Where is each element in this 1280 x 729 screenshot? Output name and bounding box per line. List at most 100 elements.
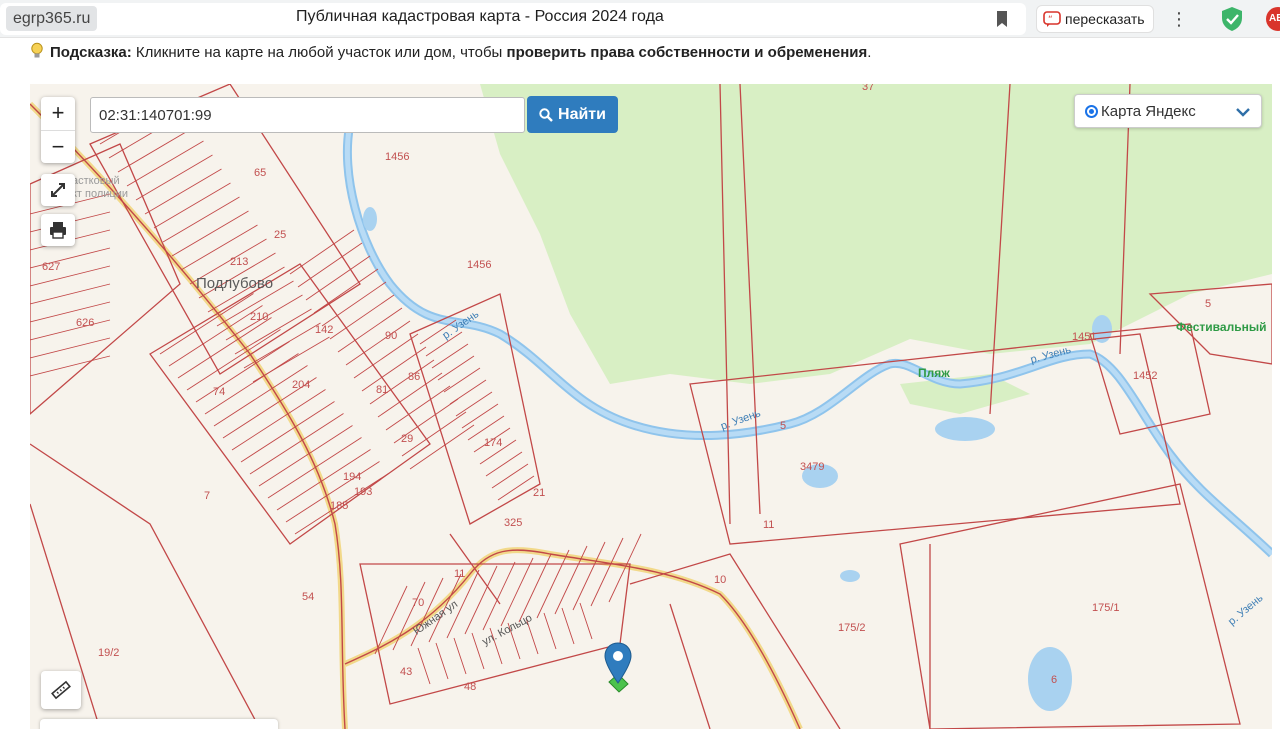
parcel-label: 1452	[1133, 370, 1158, 382]
parcel-label: 29	[401, 433, 414, 445]
measure-button[interactable]	[41, 671, 81, 709]
parcel-boundary	[392, 581, 426, 651]
cadastral-map[interactable]: 37 1456 1456 65 25 213 627 626 210 142 9…	[30, 84, 1272, 729]
parcel-boundary	[485, 451, 523, 477]
parcel-boundary	[30, 355, 111, 377]
parcel-boundary	[153, 182, 231, 229]
parcel-boundary	[297, 242, 363, 288]
parcel-boundary	[572, 541, 606, 611]
parcel-boundary	[117, 126, 195, 173]
hint-emphasis: проверить права собственности и обремене…	[506, 44, 868, 61]
parcel-boundary	[435, 642, 449, 680]
page-title: Публичная кадастровая карта - Россия 202…	[296, 8, 664, 25]
parcel-boundary	[437, 355, 475, 381]
hint-end: .	[867, 44, 872, 61]
adblock-icon[interactable]: AB	[1266, 7, 1280, 31]
map-info-panel	[40, 719, 278, 729]
parcel-boundary	[417, 647, 431, 685]
fullscreen-button[interactable]	[41, 174, 75, 206]
expand-icon	[51, 183, 65, 197]
parcel-label: 174	[484, 437, 503, 449]
parcel-label: 48	[464, 681, 477, 693]
parcel-boundary	[369, 359, 435, 405]
parcel-label: 11	[454, 568, 466, 580]
parcel-boundary	[171, 210, 249, 257]
parcel-label: 54	[302, 591, 315, 603]
find-button[interactable]: Найти	[527, 96, 618, 133]
parcel-label: 5	[1205, 298, 1212, 310]
parcel-boundary	[249, 413, 344, 475]
parcel-label: 5	[780, 420, 787, 432]
parcel-boundary	[491, 463, 529, 489]
parcel-label: 210	[250, 311, 269, 323]
radio-selected-icon	[1085, 104, 1098, 118]
parcel-boundary	[443, 367, 481, 393]
map-layer-select[interactable]: Карта Яндекс	[1074, 94, 1262, 128]
faded-poi-label: астковый	[72, 175, 120, 187]
search-icon	[539, 107, 553, 122]
parcel-boundary	[30, 301, 111, 323]
parcel-boundary	[431, 343, 469, 369]
parcel-label: 193	[354, 486, 373, 498]
retell-button[interactable]: “ пересказать	[1036, 5, 1154, 33]
parcel-boundary	[482, 561, 516, 631]
more-vert-icon[interactable]: ⋮	[1170, 8, 1188, 30]
zoom-out-button[interactable]: −	[41, 130, 75, 163]
parcel-boundary	[345, 320, 411, 366]
map-canvas[interactable]	[30, 84, 1272, 729]
browser-toolbar: egrp365.ru Публичная кадастровая карта -…	[0, 0, 1280, 38]
shield-icon[interactable]	[1220, 6, 1244, 32]
domain-chip[interactable]: egrp365.ru	[6, 6, 98, 31]
parcel-label: 185	[330, 500, 349, 512]
cadastral-search-input[interactable]	[90, 97, 525, 133]
parcel-boundary	[455, 391, 493, 417]
parcel-label: 25	[274, 229, 287, 241]
parcel-label: 1456	[385, 151, 410, 163]
poi-festival-label: Фестивальный	[1176, 320, 1267, 334]
parcel-label: 204	[292, 379, 311, 391]
parcel-boundary	[144, 168, 222, 215]
parcel-boundary	[361, 346, 427, 392]
parcel-boundary	[126, 140, 204, 187]
zoom-in-button[interactable]: +	[41, 97, 75, 130]
parcel-boundary	[30, 283, 111, 305]
parcel-label: 86	[408, 371, 421, 383]
retell-icon: “	[1043, 11, 1061, 27]
parcel-boundary	[313, 268, 379, 314]
parcel-label: 74	[213, 386, 226, 398]
printer-icon	[50, 222, 66, 239]
parcel-label: 6	[1051, 674, 1058, 686]
parcel-boundary	[135, 154, 213, 201]
map-layer-label: Карта Яндекс	[1101, 102, 1196, 120]
parcel-label: 21	[533, 487, 546, 499]
hint-line: Подсказка: Кликните на карте на любой уч…	[30, 42, 871, 61]
ruler-icon	[51, 680, 71, 700]
parcel-label: 627	[42, 261, 61, 273]
bookmark-icon[interactable]	[994, 10, 1010, 28]
location-marker-icon[interactable]	[603, 641, 633, 697]
parcel-label: 142	[315, 324, 334, 336]
parcel-label: 81	[376, 384, 389, 396]
svg-text:“: “	[1048, 15, 1053, 25]
parcel-boundary	[461, 403, 499, 429]
find-button-label: Найти	[558, 105, 606, 123]
poi-beach-label: Пляж	[918, 366, 950, 380]
parcel-boundary	[449, 379, 487, 405]
parcel-label: 3479	[800, 461, 825, 473]
print-button[interactable]	[41, 214, 75, 246]
parcel-label: 19/2	[98, 647, 120, 659]
parcel-label: 65	[254, 167, 267, 179]
parcel-boundary	[385, 385, 451, 431]
parcel-boundary	[258, 425, 353, 487]
lightbulb-icon	[31, 42, 43, 58]
parcel-label: 7	[204, 490, 211, 502]
parcel-label: 90	[385, 330, 398, 342]
parcel-label: 37	[862, 84, 875, 93]
parcel-boundary	[590, 537, 624, 607]
parcel-label: 213	[230, 256, 249, 268]
parcel-label: 325	[504, 517, 523, 529]
parcel-boundary	[267, 437, 362, 499]
zoom-control: + −	[41, 97, 75, 163]
hint-label: Подсказка:	[50, 44, 132, 61]
parcel-label: 11	[763, 519, 775, 531]
